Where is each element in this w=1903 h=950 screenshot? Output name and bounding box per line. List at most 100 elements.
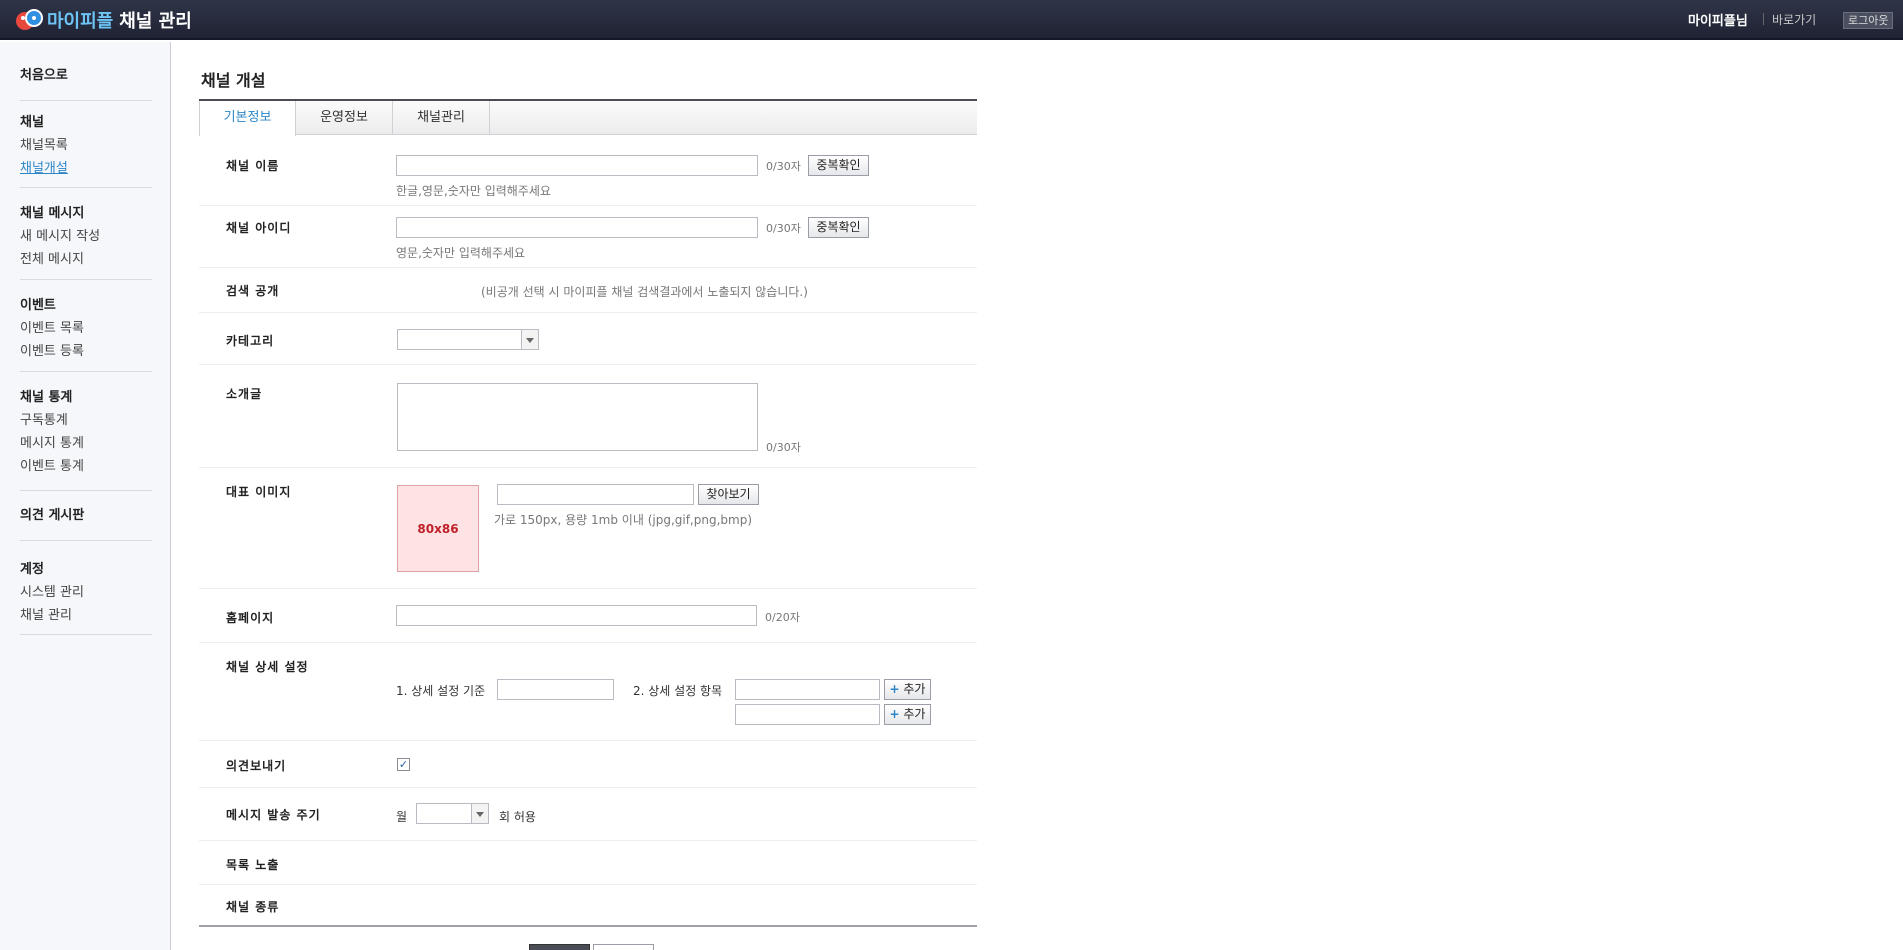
add-item-label: 추가 (903, 707, 926, 721)
tab-channel-manage[interactable]: 채널관리 (393, 101, 490, 135)
list-expose-label: 목록 노출 (226, 858, 280, 872)
channel-id-hint: 영문,숫자만 입력해주세요 (396, 246, 526, 260)
sidebar-group-event: 이벤트 이벤트 목록 이벤트 등록 (20, 295, 152, 363)
homepage-count: 0/20자 (765, 611, 800, 624)
goto-link[interactable]: 바로가기 (1772, 11, 1816, 28)
search-public-note: (비공개 선택 시 마이피플 채널 검색결과에서 노출되지 않습니다.) (481, 285, 808, 299)
intro-count: 0/30자 (766, 441, 801, 454)
send-cycle-label: 메시지 발송 주기 (226, 808, 321, 822)
page-title: 채널 개설 (201, 71, 266, 90)
channel-name-count: 0/30자 (766, 160, 801, 173)
channel-name-hint: 한글,영문,숫자만 입력해주세요 (396, 184, 551, 198)
image-thumbnail: 80x86 (397, 485, 479, 572)
form-bottom-border (199, 925, 977, 927)
tab-operation-info[interactable]: 운영정보 (296, 101, 393, 135)
mypeople-logo-icon (12, 8, 44, 32)
row-divider (199, 642, 977, 643)
sidebar-item-all-messages[interactable]: 전체 메시지 (20, 248, 152, 271)
sidebar-item-channel-list[interactable]: 채널목록 (20, 134, 152, 157)
intro-textarea[interactable] (397, 383, 758, 451)
browse-button[interactable]: 찾아보기 (698, 484, 759, 505)
homepage-input[interactable] (396, 605, 757, 626)
sidebar-group-message: 채널 메시지 새 메시지 작성 전체 메시지 (20, 203, 152, 271)
channel-id-check-button[interactable]: 중복확인 (808, 217, 869, 238)
add-item-button[interactable]: + 추가 (884, 679, 931, 700)
logout-button[interactable]: 로그아웃 (1843, 12, 1894, 29)
image-hint: 가로 150px, 용량 1mb 이내 (jpg,gif,png,bmp) (494, 513, 753, 527)
sidebar-divider (20, 187, 152, 188)
sidebar-divider (20, 279, 152, 280)
channel-name-input[interactable] (396, 155, 758, 176)
row-divider (199, 787, 977, 788)
sidebar-item-event-stats[interactable]: 이벤트 통계 (20, 455, 152, 478)
send-cycle-suffix: 회 허용 (499, 810, 536, 824)
sidebar-item-channel-create[interactable]: 채널개설 (20, 157, 152, 180)
sidebar-heading-stats: 채널 통계 (20, 390, 73, 405)
detail-settings-label: 채널 상세 설정 (226, 660, 309, 674)
cancel-button[interactable] (593, 944, 654, 950)
intro-label: 소개글 (226, 387, 263, 401)
sidebar: 처음으로 채널 채널목록 채널개설 채널 메시지 새 메시지 작성 전체 메시지… (0, 42, 171, 950)
chevron-down-icon (521, 330, 538, 349)
image-file-input[interactable] (497, 484, 694, 505)
sidebar-heading-account: 계정 (20, 562, 44, 577)
sidebar-item-channel-admin[interactable]: 채널 관리 (20, 604, 152, 627)
sidebar-group-channel: 채널 채널목록 채널개설 (20, 112, 152, 180)
sidebar-heading-message: 채널 메시지 (20, 206, 85, 221)
row-divider (199, 740, 977, 741)
top-bar: 마이피플 채널 관리 마이피플님 바로가기 로그아웃 (0, 0, 1903, 40)
app-title: 채널 관리 (119, 11, 192, 32)
category-select[interactable] (397, 329, 539, 350)
sidebar-divider (20, 634, 152, 635)
sidebar-group-board: 의견 게시판 (20, 505, 152, 527)
user-name: 마이피플님 (1688, 14, 1748, 29)
feedback-label: 의견보내기 (226, 759, 287, 773)
sidebar-item-feedback-board[interactable]: 의견 게시판 (20, 505, 152, 527)
send-cycle-prefix: 월 (396, 810, 408, 824)
category-label: 카테고리 (226, 334, 275, 348)
detail-item-input[interactable] (735, 679, 880, 700)
sidebar-item-subscribe-stats[interactable]: 구독통계 (20, 409, 152, 432)
feedback-checkbox[interactable]: ✓ (397, 758, 410, 771)
channel-name-check-button[interactable]: 중복확인 (808, 155, 869, 176)
detail-items-label: 2. 상세 설정 항목 (633, 684, 723, 698)
detail-criteria-input[interactable] (497, 679, 614, 700)
sidebar-divider (20, 371, 152, 372)
detail-item-input[interactable] (735, 704, 880, 725)
sidebar-heading-channel: 채널 (20, 115, 44, 130)
sidebar-item-event-list[interactable]: 이벤트 목록 (20, 317, 152, 340)
row-divider (199, 588, 977, 589)
submit-button[interactable] (529, 944, 590, 950)
channel-id-label: 채널 아이디 (226, 221, 292, 235)
chevron-down-icon (471, 804, 488, 823)
add-item-button[interactable]: + 추가 (884, 704, 931, 725)
add-item-label: 추가 (903, 682, 926, 696)
row-divider (199, 467, 977, 468)
sidebar-group-account: 계정 시스템 관리 채널 관리 (20, 559, 152, 627)
send-cycle-select[interactable] (416, 803, 489, 824)
sidebar-item-home[interactable]: 처음으로 (20, 65, 152, 87)
brand-name: 마이피플 (47, 11, 114, 32)
sidebar-group-stats: 채널 통계 구독통계 메시지 통계 이벤트 통계 (20, 387, 152, 478)
channel-id-count: 0/30자 (766, 222, 801, 235)
sidebar-heading-event: 이벤트 (20, 298, 56, 313)
logo[interactable]: 마이피플 채널 관리 (12, 7, 192, 33)
sidebar-divider (20, 100, 152, 101)
sidebar-divider (20, 490, 152, 491)
sidebar-item-new-message[interactable]: 새 메시지 작성 (20, 225, 152, 248)
homepage-label: 홈페이지 (226, 611, 275, 625)
channel-id-input[interactable] (396, 217, 758, 238)
tab-bar: 기본정보 운영정보 채널관리 (199, 99, 977, 136)
sidebar-item-message-stats[interactable]: 메시지 통계 (20, 432, 152, 455)
tab-basic-info[interactable]: 기본정보 (199, 101, 296, 136)
sidebar-item-system-admin[interactable]: 시스템 관리 (20, 581, 152, 604)
row-divider (199, 884, 977, 885)
row-divider (199, 312, 977, 313)
sidebar-divider (20, 540, 152, 541)
row-divider (199, 205, 977, 206)
channel-type-label: 채널 종류 (226, 900, 280, 914)
header-divider (1763, 13, 1764, 25)
sidebar-item-event-register[interactable]: 이벤트 등록 (20, 340, 152, 363)
row-divider (199, 840, 977, 841)
detail-criteria-label: 1. 상세 설정 기준 (396, 684, 486, 698)
